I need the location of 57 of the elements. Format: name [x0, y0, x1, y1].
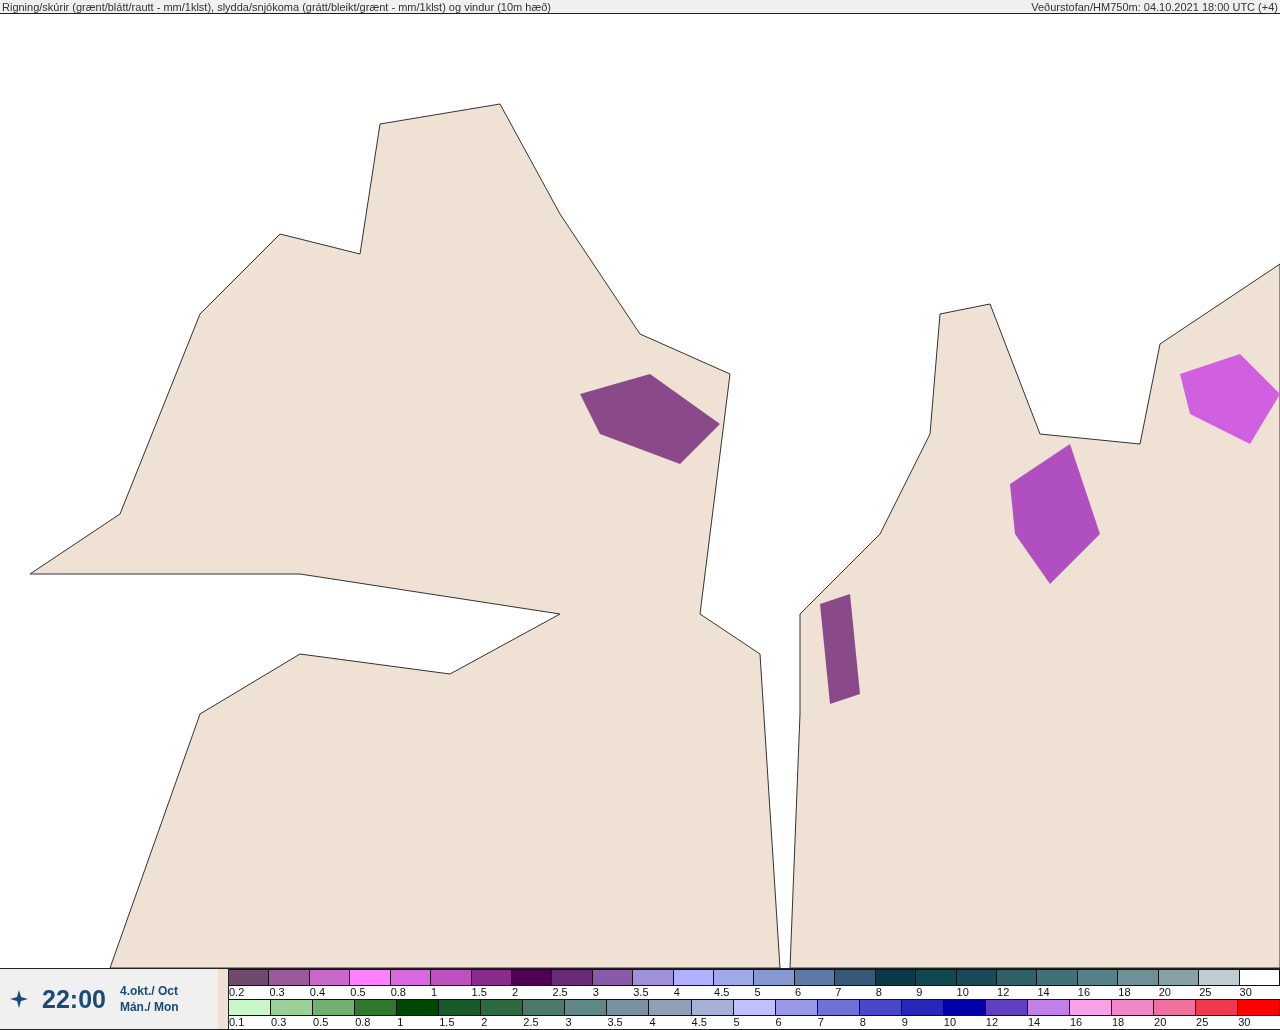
scale-label: 0.3 [269, 986, 285, 998]
scale-label: 12 [985, 1016, 999, 1028]
scale-label: 12 [997, 986, 1010, 998]
scale-label: 4.5 [714, 986, 730, 998]
scale-label: 0.5 [313, 1016, 329, 1028]
scale-label: 6 [794, 986, 802, 998]
scale-label: 9 [901, 1016, 908, 1028]
scale-label: 14 [1027, 1016, 1041, 1028]
scale-label: 0.8 [390, 986, 406, 998]
scale-label: 14 [1037, 986, 1050, 998]
scale-label: 3.5 [607, 1016, 623, 1028]
forecast-weekday: Mán./ Mon [119, 1000, 179, 1014]
scale-label: 3.5 [633, 986, 649, 998]
scale-label: 2 [511, 986, 519, 998]
model-run-info: Veðurstofan/HM750m: 04.10.2021 18:00 UTC (+4) [1031, 0, 1278, 13]
scale-label: 3 [565, 1016, 572, 1028]
scale-label: 0.5 [350, 986, 366, 998]
scale-label: 30 [1239, 986, 1252, 998]
scale-label: 18 [1118, 986, 1131, 998]
scale-label: 0.8 [355, 1016, 371, 1028]
scale-label: 8 [875, 986, 882, 998]
scale-label: 16 [1069, 1016, 1083, 1028]
scale-label: 18 [1112, 1016, 1125, 1028]
scale-label: 5 [754, 986, 761, 998]
scale-label: 8 [859, 1016, 866, 1028]
scale-label: 6 [775, 1016, 782, 1028]
scale-label: 25 [1199, 986, 1212, 998]
scale-label: 0.2 [229, 986, 245, 998]
scale-label: 2.5 [552, 986, 568, 998]
scale-label: 1 [397, 1016, 404, 1028]
scale-label: 4 [673, 986, 680, 998]
map-title: Rigning/skúrir (grænt/blátt/rautt - mm/1klst), slydda/snjókoma (grátt/bleikt/grænt - mm/1klst) og vindur (10m hæð) [2, 0, 551, 13]
scale-label: 0.3 [271, 1016, 287, 1028]
scale-label: 2 [481, 1016, 488, 1028]
scale-label: 20 [1154, 1016, 1167, 1028]
scale-label: 0.1 [229, 1016, 245, 1028]
scale-label: 1.5 [439, 1016, 455, 1028]
scale-label: 1 [431, 986, 438, 998]
scale-label: 5 [733, 1016, 740, 1028]
scale-label: 10 [956, 986, 969, 998]
scale-label: 25 [1196, 1016, 1209, 1028]
scale-label: 16 [1077, 986, 1091, 998]
forecast-time: 22:00 [42, 984, 106, 1014]
scale-label: 7 [835, 986, 842, 998]
scale-label: 10 [943, 1016, 957, 1028]
scale-label: 7 [817, 1016, 824, 1028]
wind-compass-icon [10, 990, 28, 1008]
scale-label: 20 [1158, 986, 1171, 998]
scale-label: 3 [592, 986, 599, 998]
scale-label: 9 [916, 986, 923, 998]
scale-label: 1.5 [471, 986, 487, 998]
scale-label: 4.5 [691, 1016, 707, 1028]
scale-label: 0.4 [309, 986, 326, 998]
scale-label: 2.5 [523, 1016, 539, 1028]
scale-label: 4 [649, 1016, 656, 1028]
forecast-date: 4.okt./ Oct [119, 984, 179, 998]
scale-label: 30 [1238, 1016, 1251, 1028]
